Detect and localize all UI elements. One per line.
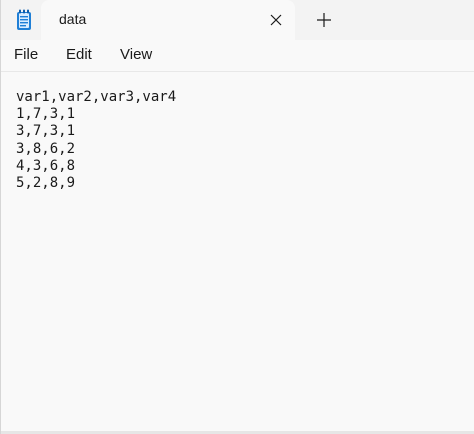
menu-bar: File Edit View [1,40,474,72]
line-6: 5,2,8,9 [16,175,76,192]
line-3: 3,7,3,1 [16,123,76,140]
notepad-window: data File Edit View var1,var2,var3,var4 … [0,0,474,434]
menu-view[interactable]: View [120,46,152,63]
tab-title: data [59,11,87,27]
line-2: 1,7,3,1 [16,106,76,123]
title-bar: data [1,0,474,40]
line-1: var1,var2,var3,var4 [16,89,177,105]
editor-content[interactable]: var1,var2,var3,var4 1,7,3,1 3,7,3,1 3,8,… [16,89,176,192]
plus-icon[interactable] [315,11,333,29]
close-icon[interactable] [268,12,284,28]
tab-data[interactable]: data [41,0,295,40]
menu-edit[interactable]: Edit [66,46,92,63]
line-4: 3,8,6,2 [16,140,76,157]
menu-file[interactable]: File [14,46,38,63]
notepad-icon [15,9,33,31]
line-5: 4,3,6,8 [16,157,76,174]
text-editor[interactable]: var1,var2,var3,var4 1,7,3,1 3,7,3,1 3,8,… [1,72,474,434]
